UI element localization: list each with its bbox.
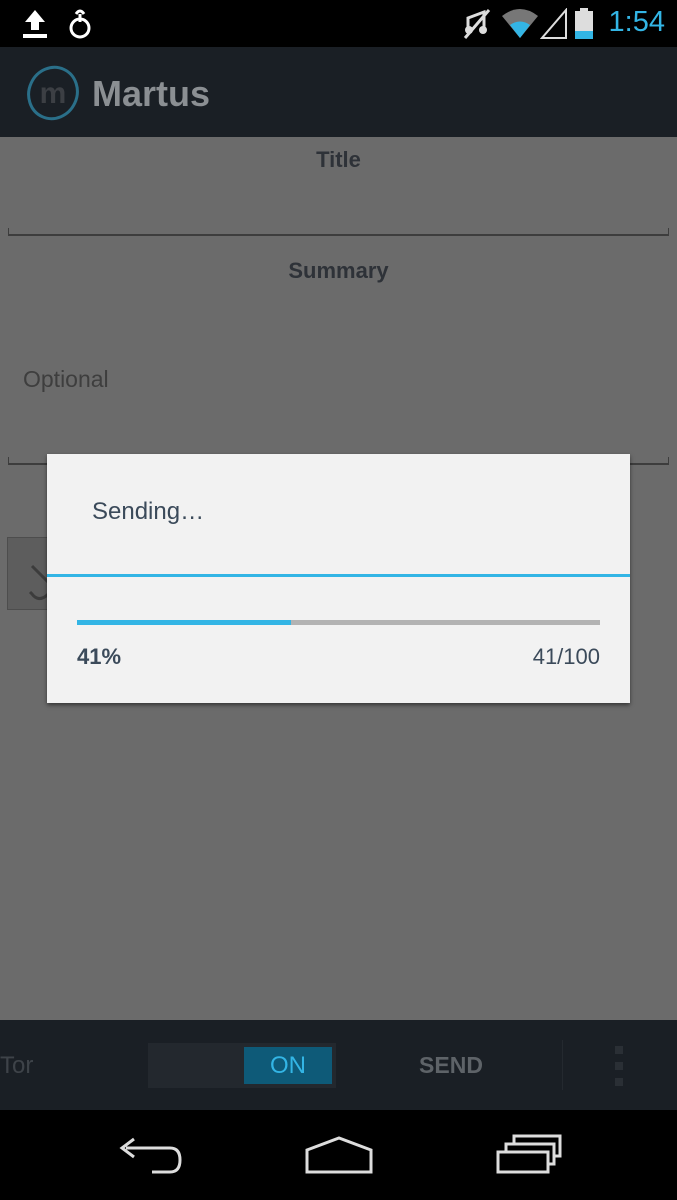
battery-icon	[575, 8, 593, 39]
signal-icon	[540, 8, 567, 39]
send-button[interactable]: SEND	[340, 1020, 562, 1110]
tor-label: Tor	[0, 1052, 34, 1079]
usb-debug-icon	[69, 9, 91, 39]
tor-toggle[interactable]: ON	[148, 1043, 336, 1088]
recent-apps-icon[interactable]	[492, 1130, 568, 1180]
wifi-icon	[502, 9, 538, 38]
app-title: Martus	[92, 73, 211, 114]
progress-percent: 41%	[77, 644, 122, 669]
clock: 1:54	[608, 6, 665, 38]
mute-icon	[463, 9, 491, 39]
divider	[562, 1040, 563, 1090]
upload-icon	[23, 10, 47, 38]
progress-fill	[77, 620, 292, 625]
status-bar: 1:54	[0, 0, 677, 47]
tor-toggle-state: ON	[244, 1047, 332, 1084]
dialog-title: Sending…	[92, 498, 205, 525]
overflow-menu-icon[interactable]	[608, 1044, 632, 1088]
action-bar: m Martus	[0, 47, 677, 137]
martus-logo-icon[interactable]: m	[25, 65, 81, 121]
home-icon[interactable]	[301, 1130, 377, 1180]
bottom-action-bar: Tor ON SEND	[0, 1020, 677, 1110]
dialog-divider	[47, 574, 630, 577]
sending-dialog: Sending… 41% 41/100	[47, 454, 630, 703]
back-icon[interactable]	[112, 1130, 188, 1180]
progress-bar	[77, 620, 600, 625]
title-input[interactable]	[8, 228, 669, 236]
summary-input[interactable]: Optional	[23, 366, 109, 393]
progress-count: 41/100	[532, 644, 600, 669]
title-label: Title	[316, 147, 361, 172]
logo-letter: m	[40, 77, 67, 110]
summary-label: Summary	[288, 258, 389, 283]
navigation-bar	[0, 1110, 677, 1200]
